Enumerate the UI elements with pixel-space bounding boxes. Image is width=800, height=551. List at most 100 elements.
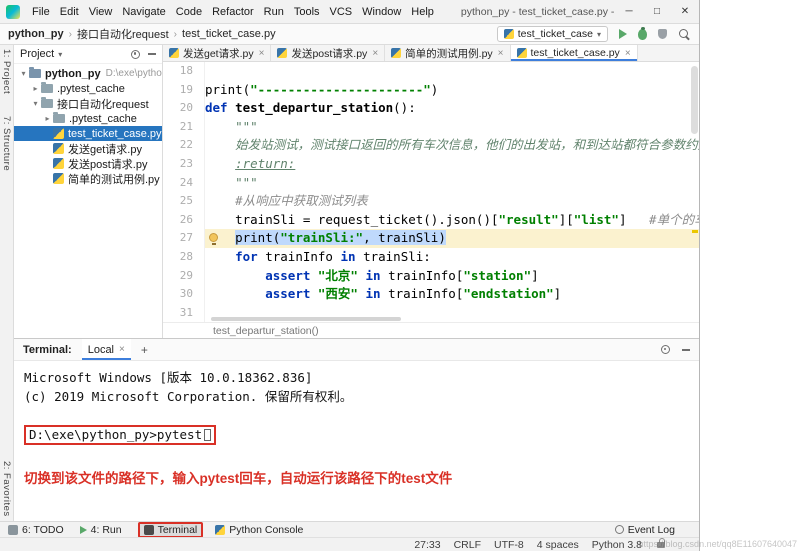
gear-icon[interactable]: [131, 50, 140, 59]
toolwindow-button-label: 6: TODO: [22, 524, 64, 536]
run-config-selector[interactable]: test_ticket_case ▾: [497, 26, 608, 42]
hide-panel-icon[interactable]: [682, 349, 690, 351]
menu-vcs[interactable]: VCS: [325, 6, 358, 18]
file-encoding[interactable]: UTF-8: [494, 539, 524, 551]
code-line[interactable]: 27 print("trainSli:", trainSli): [163, 229, 699, 248]
tool-window-button[interactable]: 7: Structure: [1, 116, 12, 171]
run-button[interactable]: [619, 29, 627, 39]
close-icon[interactable]: ×: [372, 48, 378, 59]
close-icon[interactable]: ×: [119, 344, 125, 355]
toolwindow-button-event-log[interactable]: Event Log: [615, 524, 675, 536]
debug-button[interactable]: [638, 29, 647, 40]
code-line[interactable]: 23 :return:: [163, 155, 699, 174]
tab-label: test_ticket_case.py: [531, 47, 620, 59]
terminal-tab-local[interactable]: Local ×: [82, 339, 131, 360]
editor-tab[interactable]: 简单的测试用例.py×: [385, 45, 510, 61]
code-text: #从响应中获取测试列表: [205, 192, 699, 211]
close-button[interactable]: ✕: [671, 0, 699, 23]
menubar: FileEditViewNavigateCodeRefactorRunTools…: [27, 6, 439, 18]
code-area[interactable]: 1819print("----------------------")20def…: [163, 62, 699, 322]
menu-view[interactable]: View: [84, 6, 118, 18]
project-tree-item[interactable]: ▸.pytest_cache: [14, 81, 162, 96]
toolwindow-button-label: Event Log: [628, 524, 675, 536]
toolwindow-button-terminal[interactable]: Terminal: [138, 522, 204, 538]
code-line[interactable]: 30 assert "西安" in trainInfo["endstation"…: [163, 285, 699, 304]
gear-icon[interactable]: [661, 345, 670, 354]
project-tree-item[interactable]: 发送get请求.py: [14, 141, 162, 156]
project-tree-item[interactable]: test_ticket_case.py: [14, 126, 162, 141]
new-terminal-session-button[interactable]: +: [141, 343, 148, 357]
breadcrumb-item[interactable]: test_ticket_case.py: [182, 28, 276, 40]
menu-refactor[interactable]: Refactor: [207, 6, 259, 18]
menu-navigate[interactable]: Navigate: [117, 6, 170, 18]
warning-stripe-mark[interactable]: [692, 230, 698, 233]
terminal-line: (c) 2019 Microsoft Corporation. 保留所有权利。: [24, 387, 689, 406]
editor-tab[interactable]: 发送get请求.py×: [163, 45, 271, 61]
maximize-button[interactable]: □: [643, 0, 671, 23]
tool-window-button[interactable]: 1: Project: [1, 49, 12, 94]
menu-tools[interactable]: Tools: [289, 6, 325, 18]
vertical-scrollbar[interactable]: [691, 66, 698, 134]
code-token: """: [205, 175, 258, 190]
indent-style[interactable]: 4 spaces: [537, 539, 579, 551]
tree-expanded-icon[interactable]: ▾: [18, 69, 29, 78]
menu-help[interactable]: Help: [406, 6, 439, 18]
code-line[interactable]: 22 始发站测试，测试接口返回的所有车次信息，他们的出发站，和到达站都符合参数约…: [163, 136, 699, 155]
close-icon[interactable]: ×: [498, 48, 504, 59]
project-tree-item[interactable]: 简单的测试用例.py: [14, 171, 162, 186]
code-line[interactable]: 26 trainSli = request_ticket().json()["r…: [163, 211, 699, 230]
close-icon[interactable]: ×: [259, 48, 265, 59]
toolwindow-button-6-todo[interactable]: 6: TODO: [8, 524, 64, 536]
code-text: """: [205, 174, 699, 193]
code-token: in: [366, 268, 381, 283]
line-ending[interactable]: CRLF: [454, 539, 481, 551]
menu-window[interactable]: Window: [357, 6, 406, 18]
terminal-output[interactable]: Microsoft Windows [版本 10.0.18362.836](c)…: [14, 361, 699, 521]
tree-collapsed-icon[interactable]: ▸: [30, 84, 41, 93]
menu-file[interactable]: File: [27, 6, 55, 18]
caret-position[interactable]: 27:33: [414, 539, 440, 551]
terminal-cursor: [204, 429, 211, 441]
project-tree-item[interactable]: ▾python_pyD:\exe\python_py: [14, 66, 162, 81]
tree-collapsed-icon[interactable]: ▸: [42, 114, 53, 123]
editor-tab[interactable]: test_ticket_case.py ×: [511, 45, 638, 61]
pycharm-logo-icon: [6, 5, 20, 19]
breadcrumb-separator-icon: ›: [174, 29, 177, 40]
python-interpreter[interactable]: Python 3.8: [592, 539, 642, 551]
code-line[interactable]: 24 """: [163, 174, 699, 193]
editor-breadcrumb[interactable]: test_departur_station(): [213, 325, 319, 337]
search-everywhere-icon[interactable]: [678, 28, 691, 41]
python-file-icon: [277, 48, 287, 58]
code-token: "list": [574, 212, 619, 227]
code-line[interactable]: 28 for trainInfo in trainSli:: [163, 248, 699, 267]
project-tree-item[interactable]: ▾接口自动化request: [14, 96, 162, 111]
project-tree-item[interactable]: ▸.pytest_cache: [14, 111, 162, 126]
code-line[interactable]: 29 assert "北京" in trainInfo["station"]: [163, 267, 699, 286]
code-line[interactable]: 20def test_departur_station():: [163, 99, 699, 118]
project-tree-item[interactable]: 发送post请求.py: [14, 156, 162, 171]
menu-edit[interactable]: Edit: [55, 6, 84, 18]
code-token: ]: [554, 286, 562, 301]
code-text: print("----------------------"): [205, 81, 699, 100]
horizontal-scrollbar[interactable]: [211, 317, 401, 321]
code-line[interactable]: 18: [163, 62, 699, 81]
hide-panel-icon[interactable]: [148, 53, 156, 55]
project-panel-title[interactable]: Project: [20, 48, 54, 60]
close-icon[interactable]: ×: [625, 48, 631, 59]
breadcrumb-item[interactable]: python_py: [8, 28, 64, 40]
code-token: , trainSli): [363, 230, 446, 245]
breadcrumb-item[interactable]: 接口自动化request: [77, 26, 169, 42]
toolwindow-button-python-console[interactable]: Python Console: [215, 524, 303, 536]
menu-code[interactable]: Code: [171, 6, 207, 18]
code-line[interactable]: 19print("----------------------"): [163, 81, 699, 100]
coverage-button[interactable]: [658, 29, 667, 39]
code-text: [205, 62, 699, 81]
tool-window-button[interactable]: 2: Favorites: [1, 461, 12, 517]
code-line[interactable]: 25 #从响应中获取测试列表: [163, 192, 699, 211]
editor-tab[interactable]: 发送post请求.py×: [271, 45, 385, 61]
toolwindow-button-4-run[interactable]: 4: Run: [80, 524, 122, 536]
menu-run[interactable]: Run: [259, 6, 289, 18]
code-line[interactable]: 21 """: [163, 118, 699, 137]
tree-expanded-icon[interactable]: ▾: [30, 99, 41, 108]
minimize-button[interactable]: ─: [615, 0, 643, 23]
